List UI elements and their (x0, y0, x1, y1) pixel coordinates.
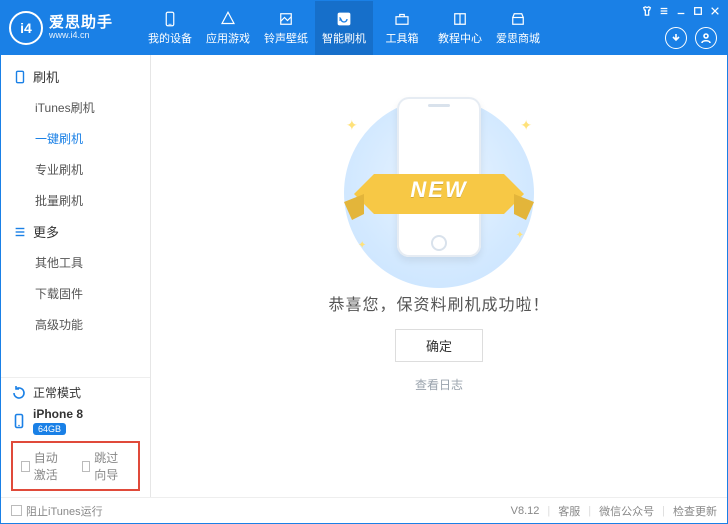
brand-logo-text: i4 (20, 20, 32, 36)
wallpaper-icon (277, 10, 295, 28)
check-update-link[interactable]: 检查更新 (673, 503, 717, 519)
nav-toolbox[interactable]: 工具箱 (373, 1, 431, 55)
sparkle-icon: ✦ (346, 117, 358, 134)
menu-flash: iTunes刷机 一键刷机 专业刷机 批量刷机 (1, 92, 150, 216)
brand-subtitle: www.i4.cn (49, 31, 113, 41)
activation-options: 自动激活 跳过向导 (11, 441, 140, 491)
sidebar-scroll: 刷机 iTunes刷机 一键刷机 专业刷机 批量刷机 更多 其他工具 下载固件 … (1, 55, 150, 377)
nav-store[interactable]: 爱思商城 (489, 1, 547, 55)
body: 刷机 iTunes刷机 一键刷机 专业刷机 批量刷机 更多 其他工具 下载固件 … (1, 55, 727, 497)
sidebar-item-download-firmware[interactable]: 下载固件 (1, 278, 150, 309)
device-capacity-badge: 64GB (33, 423, 66, 435)
nav-label: 应用游戏 (206, 30, 250, 46)
mode-row[interactable]: 正常模式 (11, 384, 140, 401)
sidebar-item-advanced[interactable]: 高级功能 (1, 309, 150, 340)
checkbox-icon (21, 461, 30, 472)
phone-outline-icon (13, 70, 27, 84)
device-phone-icon (11, 413, 27, 429)
check-label: 跳过向导 (94, 449, 130, 483)
brand: i4 爱思助手 www.i4.cn (1, 1, 141, 55)
success-message: 恭喜您，保资料刷机成功啦！ (328, 291, 549, 315)
close-icon[interactable] (709, 5, 721, 17)
sparkle-icon: ✦ (358, 240, 366, 251)
nav-label: 智能刷机 (322, 30, 366, 46)
brand-title: 爱思助手 (49, 15, 113, 32)
ribbon-text: NEW (410, 177, 467, 203)
nav-flash[interactable]: 智能刷机 (315, 1, 373, 55)
store-icon (509, 10, 527, 28)
separator: | (588, 505, 591, 517)
book-icon (451, 10, 469, 28)
ribbon: NEW (344, 154, 534, 224)
sidebar-section-more[interactable]: 更多 (1, 216, 150, 247)
brand-text: 爱思助手 www.i4.cn (49, 15, 113, 41)
phone-icon (161, 10, 179, 28)
menu-icon[interactable] (658, 5, 670, 17)
mode-label: 正常模式 (33, 384, 81, 401)
nav-label: 铃声壁纸 (264, 30, 308, 46)
nav-apps[interactable]: 应用游戏 (199, 1, 257, 55)
refresh-icon (11, 385, 27, 401)
sidebar: 刷机 iTunes刷机 一键刷机 专业刷机 批量刷机 更多 其他工具 下载固件 … (1, 55, 151, 497)
minimize-icon[interactable] (675, 5, 687, 17)
user-icon[interactable] (695, 27, 717, 49)
nav-tutorial[interactable]: 教程中心 (431, 1, 489, 55)
support-link[interactable]: 客服 (558, 503, 580, 519)
checkbox-icon (11, 505, 22, 516)
list-icon (13, 225, 27, 239)
tshirt-icon[interactable] (641, 5, 653, 17)
nav-label: 我的设备 (148, 30, 192, 46)
separator: | (547, 505, 550, 517)
separator: | (662, 505, 665, 517)
maximize-icon[interactable] (692, 5, 704, 17)
device-row[interactable]: iPhone 8 64GB (11, 407, 140, 435)
sparkle-icon: ✦ (516, 230, 524, 241)
title-bar: i4 爱思助手 www.i4.cn 我的设备 应用游戏 铃声壁纸 智能刷机 (1, 1, 727, 55)
nav-my-device[interactable]: 我的设备 (141, 1, 199, 55)
sparkle-icon: ✦ (520, 117, 532, 134)
section-title: 刷机 (33, 67, 59, 86)
sidebar-item-batch-flash[interactable]: 批量刷机 (1, 185, 150, 216)
sidebar-item-pro-flash[interactable]: 专业刷机 (1, 154, 150, 185)
device-name: iPhone 8 (33, 407, 83, 421)
checkbox-icon (82, 461, 91, 472)
success-illustration: ✦ ✦ ✦ ✦ NEW (324, 77, 554, 277)
check-label: 阻止iTunes运行 (26, 503, 103, 519)
sidebar-section-flash[interactable]: 刷机 (1, 61, 150, 92)
title-actions (665, 27, 717, 49)
brand-logo: i4 (9, 11, 43, 45)
sidebar-item-onekey-flash[interactable]: 一键刷机 (1, 123, 150, 154)
download-icon[interactable] (665, 27, 687, 49)
nav-label: 工具箱 (386, 30, 419, 46)
ok-button[interactable]: 确定 (395, 329, 483, 362)
section-title: 更多 (33, 222, 59, 241)
check-block-itunes[interactable]: 阻止iTunes运行 (11, 503, 103, 519)
check-label: 自动激活 (34, 449, 70, 483)
nav-ringtone[interactable]: 铃声壁纸 (257, 1, 315, 55)
device-info: iPhone 8 64GB (33, 407, 83, 435)
view-log-link[interactable]: 查看日志 (415, 376, 463, 393)
version-label: V8.12 (511, 505, 540, 517)
top-nav: 我的设备 应用游戏 铃声壁纸 智能刷机 工具箱 教程中心 (141, 1, 641, 55)
app-window: i4 爱思助手 www.i4.cn 我的设备 应用游戏 铃声壁纸 智能刷机 (0, 0, 728, 524)
menu-more: 其他工具 下载固件 高级功能 (1, 247, 150, 340)
main-content: ✦ ✦ ✦ ✦ NEW 恭喜您，保资料刷机成功啦！ 确定 查看日志 (151, 55, 727, 497)
nav-label: 教程中心 (438, 30, 482, 46)
status-bar: 阻止iTunes运行 V8.12 | 客服 | 微信公众号 | 检查更新 (1, 497, 727, 523)
apps-icon (219, 10, 237, 28)
toolbox-icon (393, 10, 411, 28)
sidebar-item-other-tools[interactable]: 其他工具 (1, 247, 150, 278)
nav-label: 爱思商城 (496, 30, 540, 46)
sidebar-bottom: 正常模式 iPhone 8 64GB 自动激活 (1, 377, 150, 497)
sidebar-item-itunes-flash[interactable]: iTunes刷机 (1, 92, 150, 123)
check-auto-activate[interactable]: 自动激活 (21, 449, 70, 483)
flash-icon (335, 10, 353, 28)
wechat-link[interactable]: 微信公众号 (599, 503, 654, 519)
check-skip-guide[interactable]: 跳过向导 (82, 449, 131, 483)
